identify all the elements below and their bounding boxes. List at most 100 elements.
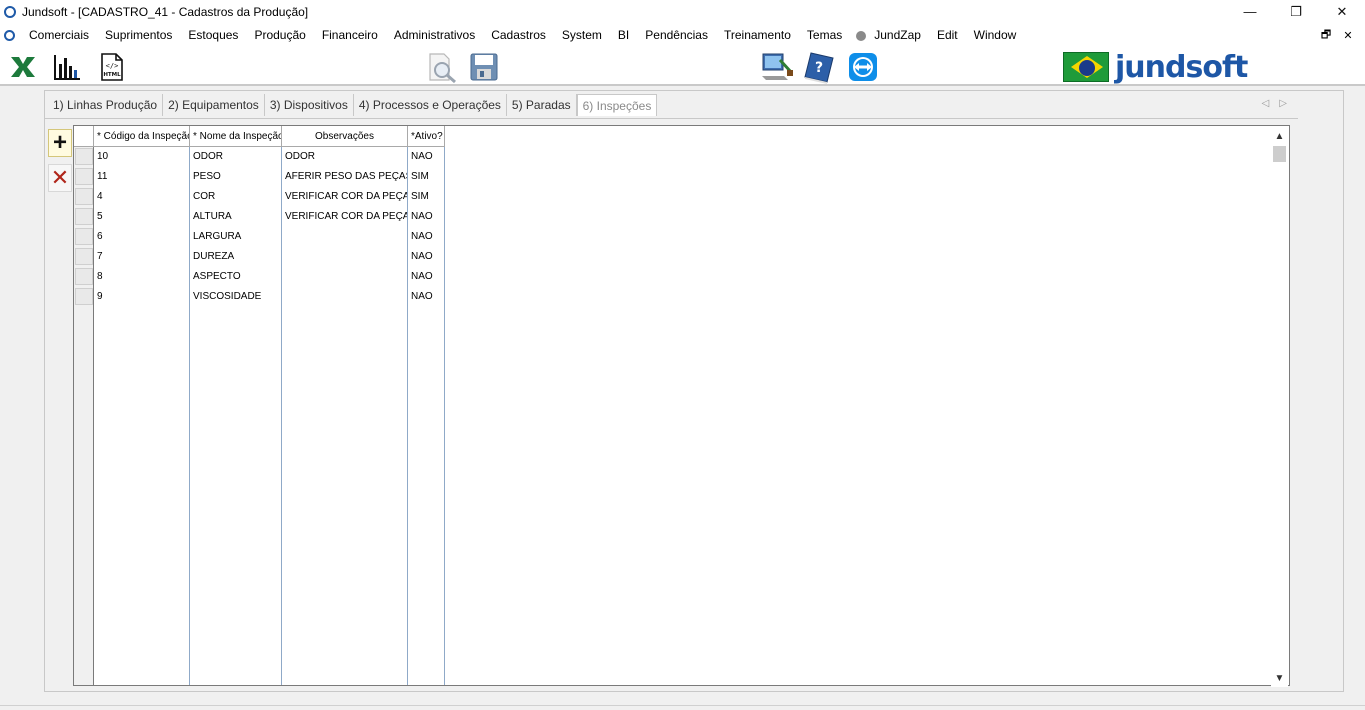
save-icon[interactable] (469, 52, 499, 82)
tab-inspecoes[interactable]: 6) Inspeções (576, 94, 658, 116)
row-selector[interactable] (75, 248, 93, 265)
html-export-icon[interactable]: </> HTML (97, 52, 127, 82)
svg-text:</>: </> (106, 62, 119, 70)
cell-codigo[interactable]: 10 (94, 147, 189, 167)
mdi-client-area: 1) Linhas Produção 2) Equipamentos 3) Di… (0, 88, 1365, 710)
cell-ativo[interactable]: NAO (408, 247, 444, 267)
cell-codigo[interactable]: 6 (94, 227, 189, 247)
cell-codigo[interactable]: 4 (94, 187, 189, 207)
cell-ativo[interactable]: SIM (408, 187, 444, 207)
menu-administrativos[interactable]: Administrativos (386, 23, 483, 48)
cell-nome[interactable]: COR (190, 187, 281, 207)
menu-window[interactable]: Window (966, 23, 1025, 48)
cell-observacoes[interactable]: VERIFICAR COR DA PEÇA (282, 207, 407, 227)
menu-bar: Comerciais Suprimentos Estoques Produção… (0, 23, 1365, 48)
close-button[interactable]: ✕ (1319, 0, 1365, 23)
menu-treinamento[interactable]: Treinamento (716, 23, 799, 48)
cell-nome[interactable]: ASPECTO (190, 267, 281, 287)
menu-financeiro[interactable]: Financeiro (314, 23, 386, 48)
window-title: Jundsoft - [CADASTRO_41 - Cadastros da P… (22, 4, 309, 19)
menu-estoques[interactable]: Estoques (180, 23, 246, 48)
cell-ativo[interactable]: NAO (408, 147, 444, 167)
menu-comerciais[interactable]: Comerciais (21, 23, 97, 48)
menu-edit[interactable]: Edit (929, 23, 966, 48)
print-preview-icon[interactable] (424, 50, 458, 84)
logo-text: jundsoft (1115, 49, 1248, 85)
header-ativo[interactable]: *Ativo? (408, 126, 445, 147)
cell-observacoes[interactable]: VERIFICAR COR DA PEÇA (282, 187, 407, 207)
excel-icon[interactable] (8, 52, 38, 82)
cell-observacoes[interactable] (282, 247, 407, 267)
tab-linhas-producao[interactable]: 1) Linhas Produção (48, 94, 164, 116)
minimize-button[interactable]: — (1227, 0, 1273, 23)
header-nome-inspecao[interactable]: * Nome da Inspeção (190, 126, 282, 147)
scroll-up-icon[interactable]: ▲ (1271, 128, 1288, 145)
cell-codigo[interactable]: 5 (94, 207, 189, 227)
jundzap-status-icon (856, 30, 867, 41)
header-codigo-inspecao[interactable]: * Código da Inspeção (94, 126, 190, 147)
tab-scroll-right-icon[interactable]: ▷ (1279, 98, 1287, 109)
menu-app-icon[interactable] (4, 30, 15, 41)
delete-record-button[interactable]: ✕ (48, 164, 72, 192)
header-observacoes[interactable]: Observações (282, 126, 408, 147)
menu-system[interactable]: System (554, 23, 610, 48)
cell-codigo[interactable]: 7 (94, 247, 189, 267)
help-book-icon[interactable]: ? (803, 50, 837, 84)
cell-nome[interactable]: VISCOSIDADE (190, 287, 281, 307)
scroll-thumb[interactable] (1273, 146, 1286, 162)
inspections-grid[interactable]: * Código da Inspeção * Nome da Inspeção … (73, 125, 1290, 686)
cell-nome[interactable]: LARGURA (190, 227, 281, 247)
row-selector[interactable] (75, 228, 93, 245)
row-selector[interactable] (75, 188, 93, 205)
cell-nome[interactable]: DUREZA (190, 247, 281, 267)
cell-ativo[interactable]: NAO (408, 207, 444, 227)
cell-observacoes[interactable]: AFERIR PESO DAS PEÇAS (282, 167, 407, 187)
cell-observacoes[interactable] (282, 227, 407, 247)
menu-suprimentos[interactable]: Suprimentos (97, 23, 180, 48)
mdi-restore-button[interactable]: 🗗 (1315, 26, 1337, 45)
row-selector[interactable] (75, 168, 93, 185)
cell-observacoes[interactable]: ODOR (282, 147, 407, 167)
row-selector[interactable] (75, 208, 93, 225)
remote-support-icon[interactable] (760, 50, 794, 84)
menu-temas[interactable]: Temas (799, 23, 850, 48)
grid-vertical-scrollbar[interactable]: ▲ ▼ (1271, 128, 1288, 687)
cell-ativo[interactable]: NAO (408, 287, 444, 307)
app-logo-icon (4, 5, 16, 18)
menu-producao[interactable]: Produção (246, 23, 313, 48)
restore-button[interactable]: ❐ (1273, 0, 1319, 23)
row-selector[interactable] (75, 148, 93, 165)
row-selector[interactable] (75, 268, 93, 285)
cell-observacoes[interactable] (282, 287, 407, 307)
menu-cadastros[interactable]: Cadastros (483, 23, 554, 48)
scroll-down-icon[interactable]: ▼ (1271, 670, 1288, 687)
tab-dispositivos[interactable]: 3) Dispositivos (265, 94, 354, 116)
menu-jundzap[interactable]: JundZap (866, 23, 929, 48)
mdi-close-button[interactable]: ✕ (1337, 29, 1359, 42)
mdi-controls: 🗗 ✕ (1315, 23, 1359, 48)
window-controls: — ❐ ✕ (1227, 0, 1365, 23)
bar-chart-icon[interactable] (52, 52, 82, 82)
add-record-button[interactable]: + (48, 129, 72, 157)
menu-pendencias[interactable]: Pendências (637, 23, 716, 48)
cell-codigo[interactable]: 8 (94, 267, 189, 287)
menu-bi[interactable]: BI (610, 23, 637, 48)
cell-ativo[interactable]: NAO (408, 267, 444, 287)
tab-equipamentos[interactable]: 2) Equipamentos (163, 94, 265, 116)
tab-processos-operacoes[interactable]: 4) Processos e Operações (354, 94, 507, 116)
cell-nome[interactable]: ALTURA (190, 207, 281, 227)
teamviewer-icon[interactable] (848, 52, 878, 82)
cell-nome[interactable]: PESO (190, 167, 281, 187)
row-selector[interactable] (75, 288, 93, 305)
svg-text:?: ? (815, 60, 823, 76)
cell-ativo[interactable]: SIM (408, 167, 444, 187)
cell-ativo[interactable]: NAO (408, 227, 444, 247)
tab-scroll-left-icon[interactable]: ◁ (1262, 98, 1270, 109)
tab-bar: 1) Linhas Produção 2) Equipamentos 3) Di… (48, 94, 658, 116)
cell-observacoes[interactable] (282, 267, 407, 287)
cell-codigo[interactable]: 11 (94, 167, 189, 187)
cell-codigo[interactable]: 9 (94, 287, 189, 307)
tab-paradas[interactable]: 5) Paradas (507, 94, 577, 116)
svg-text:HTML: HTML (103, 72, 121, 78)
cell-nome[interactable]: ODOR (190, 147, 281, 167)
